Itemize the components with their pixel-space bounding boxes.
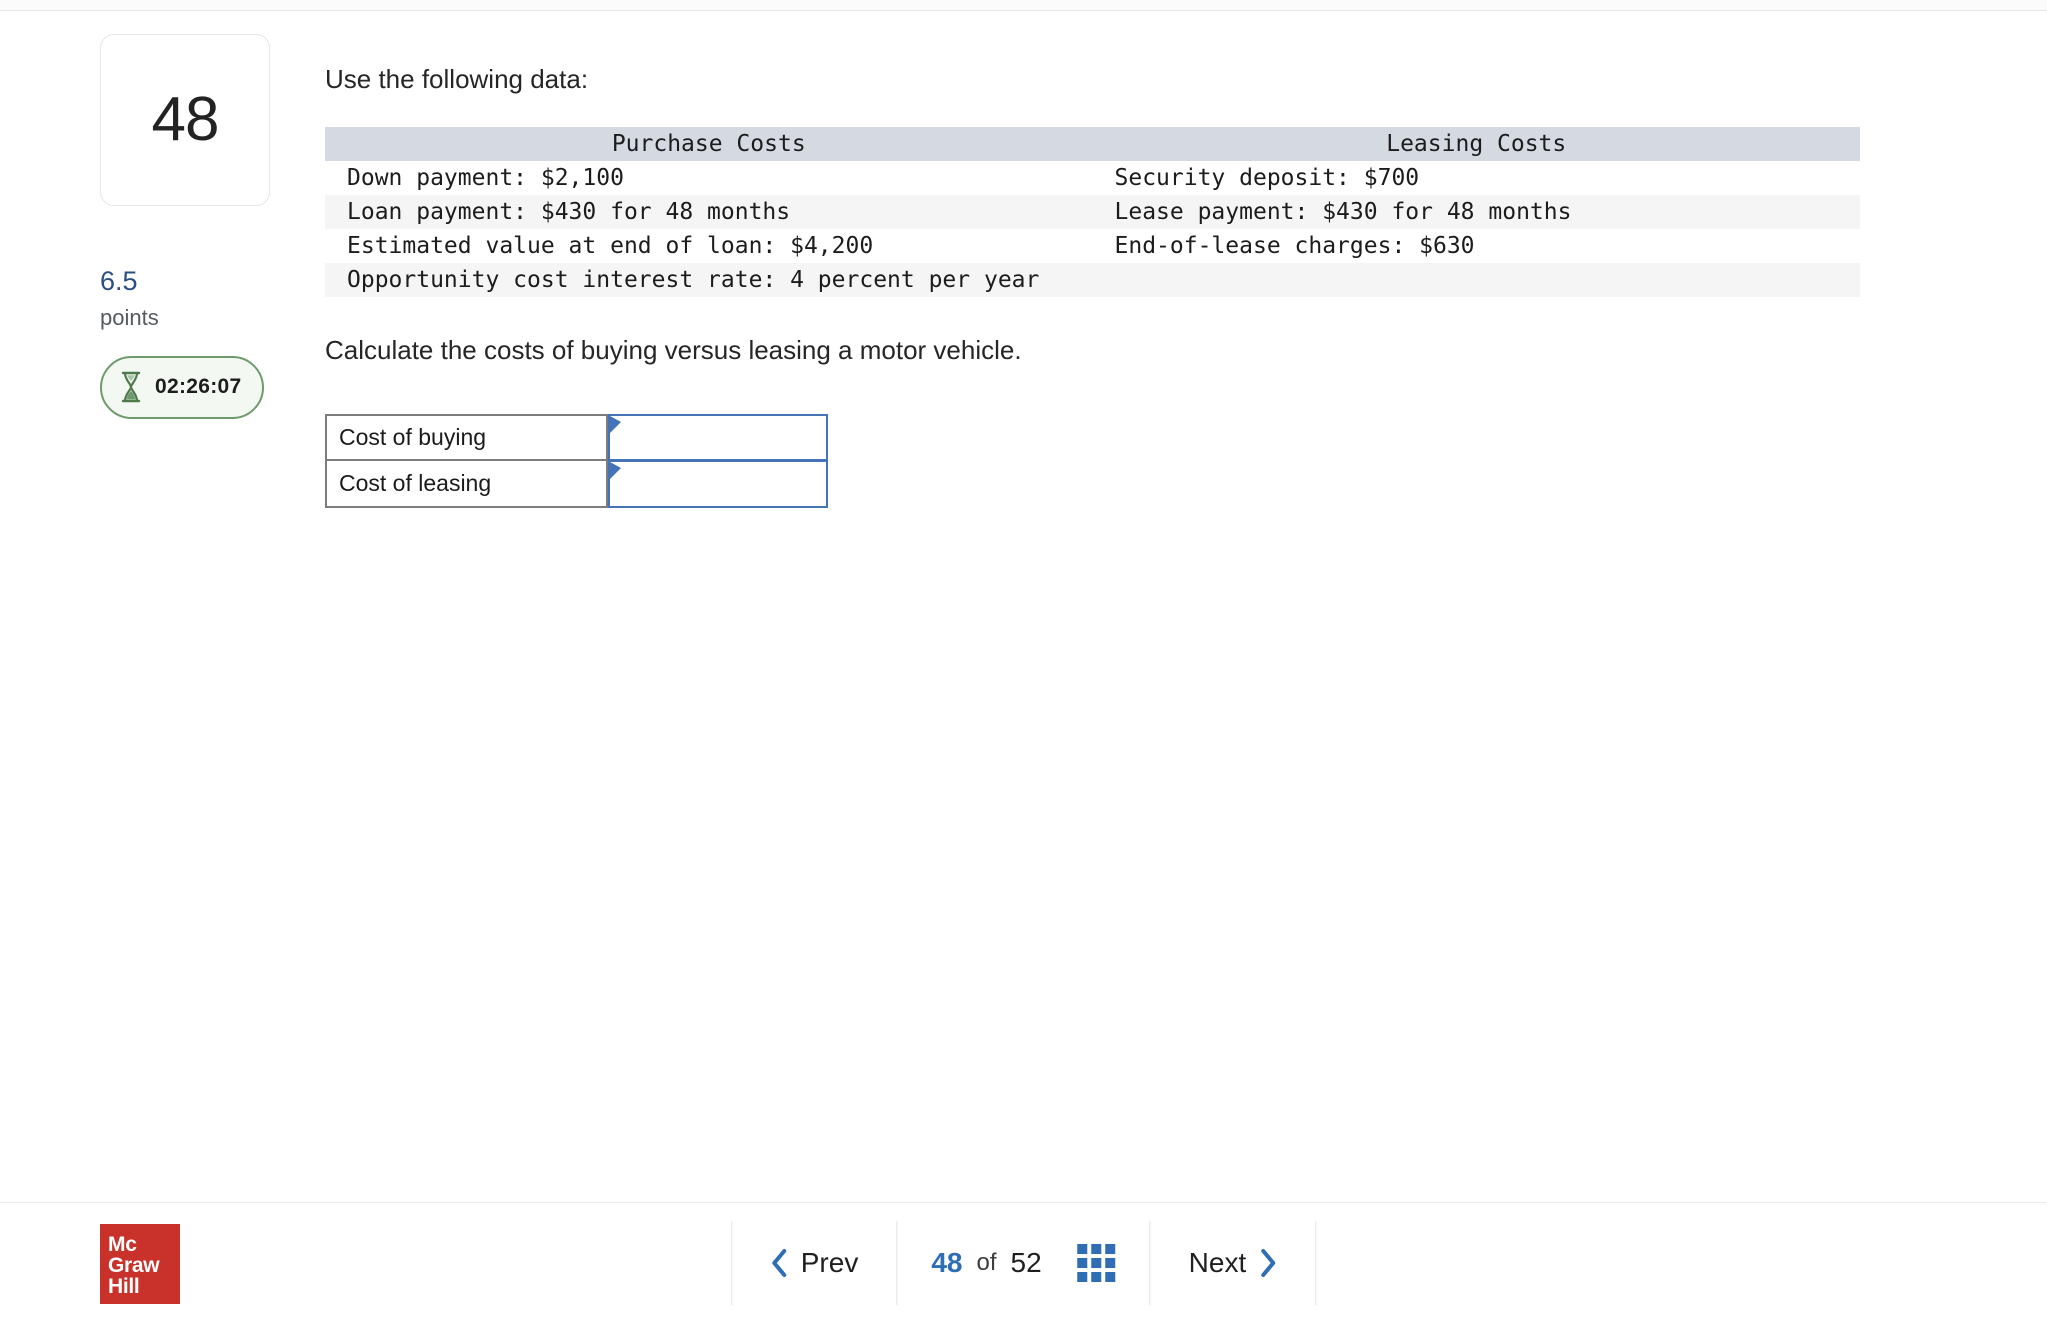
table-cell: End-of-lease charges: $630 <box>1092 229 1860 264</box>
answer-input-table: Cost of buying Cost of leasing <box>325 414 828 509</box>
next-label: Next <box>1188 1247 1247 1278</box>
cell-marker-icon <box>610 462 621 480</box>
table-cell: Security deposit: $700 <box>1092 161 1860 196</box>
data-table-header-row: Purchase Costs Leasing Costs <box>325 127 1860 162</box>
table-cell <box>1092 263 1860 298</box>
answer-input-cell-buying[interactable] <box>608 414 828 462</box>
points-label: points <box>100 304 159 330</box>
table-row: Loan payment: $430 for 48 months Lease p… <box>325 195 1860 230</box>
question-sidebar: 48 6.5 points 02:26:07 <box>100 34 275 419</box>
top-bar <box>0 0 2047 11</box>
cost-data-table: Purchase Costs Leasing Costs Down paymen… <box>325 127 1860 298</box>
answer-row-leasing: Cost of leasing <box>325 461 828 509</box>
column-header-leasing: Leasing Costs <box>1092 127 1860 162</box>
column-header-purchase: Purchase Costs <box>325 127 1093 162</box>
page-of-label: of <box>976 1249 997 1276</box>
logo-line-1: Mc <box>108 1233 137 1256</box>
table-cell: Loan payment: $430 for 48 months <box>325 195 1093 230</box>
divider <box>1315 1221 1317 1305</box>
points-value: 6.5 <box>100 266 138 296</box>
hourglass-icon <box>121 372 141 403</box>
table-cell: Estimated value at end of loan: $4,200 <box>325 229 1093 264</box>
table-row: Estimated value at end of loan: $4,200 E… <box>325 229 1860 264</box>
table-cell: Down payment: $2,100 <box>325 161 1093 196</box>
question-number-box: 48 <box>100 34 270 206</box>
exam-question-page: 48 6.5 points 02:26:07 Use the following… <box>0 0 2047 1318</box>
question-instruction: Calculate the costs of buying versus lea… <box>325 335 1022 366</box>
prev-button[interactable]: Prev <box>732 1221 897 1305</box>
cell-marker-icon <box>610 416 621 434</box>
logo-line-2: Graw <box>108 1253 160 1277</box>
chevron-left-icon <box>771 1249 786 1277</box>
answer-label-leasing: Cost of leasing <box>325 461 608 509</box>
table-row: Opportunity cost interest rate: 4 percen… <box>325 263 1860 298</box>
cost-of-leasing-input[interactable] <box>623 464 823 504</box>
timer-value: 02:26:07 <box>155 375 242 399</box>
question-prompt: Use the following data: <box>325 64 589 94</box>
prev-label: Prev <box>800 1247 859 1278</box>
timer-badge: 02:26:07 <box>100 355 265 419</box>
answer-label-buying: Cost of buying <box>325 414 608 462</box>
current-page: 48 <box>931 1247 963 1278</box>
footer-bar: Mc Graw Hill Prev 48 of 52 Next <box>0 1202 2047 1318</box>
total-pages: 52 <box>1010 1247 1042 1278</box>
chevron-right-icon <box>1261 1249 1276 1277</box>
mcgraw-hill-logo: Mc Graw Hill <box>100 1224 180 1304</box>
next-button[interactable]: Next <box>1151 1221 1316 1305</box>
table-cell: Lease payment: $430 for 48 months <box>1092 195 1860 230</box>
table-cell: Opportunity cost interest rate: 4 percen… <box>325 263 1093 298</box>
question-content: Use the following data: Purchase Costs L… <box>325 62 1885 509</box>
page-indicator: 48 of 52 <box>897 1221 1149 1305</box>
logo-line-3: Hill <box>108 1274 140 1298</box>
cost-of-buying-input[interactable] <box>623 418 823 458</box>
answer-row-buying: Cost of buying <box>325 414 828 462</box>
question-number: 48 <box>151 85 220 154</box>
pagination-controls: Prev 48 of 52 Next <box>730 1221 1317 1305</box>
answer-input-cell-leasing[interactable] <box>608 461 828 509</box>
table-row: Down payment: $2,100 Security deposit: $… <box>325 161 1860 196</box>
question-grid-icon[interactable] <box>1077 1244 1116 1282</box>
